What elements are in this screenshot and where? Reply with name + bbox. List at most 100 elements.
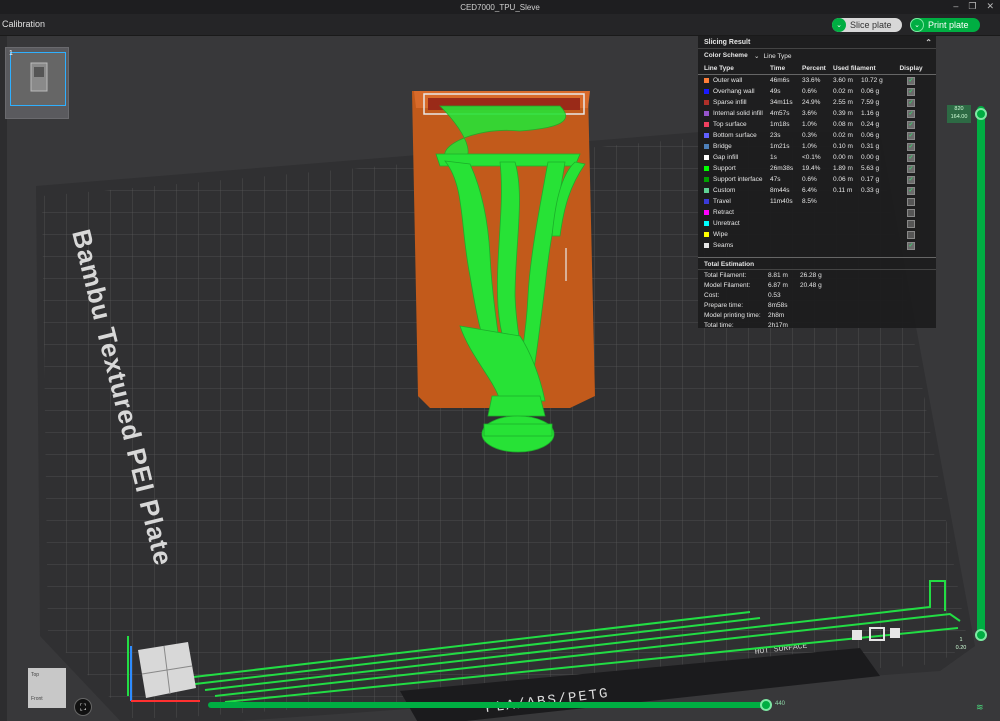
line-type-row: Support interface 47s 0.6% 0.06 m 0.17 g ✓ [698,174,936,185]
checkbox[interactable]: ✓ [907,98,915,107]
header-used-filament: Used filament [833,65,876,72]
line-type-swatch [704,78,709,83]
checkbox[interactable]: ✓ [907,142,915,151]
checkbox[interactable]: ✓ [907,109,915,118]
line-type-weight: 0.31 g [861,143,880,150]
display-toggle[interactable]: ✓ [896,142,926,151]
line-type-time: 1s [770,154,777,161]
panel-header: Slicing Result ⌃ [698,36,936,49]
line-type-row: Retract ✓ [698,207,936,218]
layer-slider-bottom-handle[interactable] [975,629,987,641]
line-type-row: Internal solid infill 4m57s 3.6% 0.39 m 1.16… [698,108,936,119]
plate-number: 1 [9,50,13,57]
view-navigation-cube[interactable]: Top Front [28,668,66,708]
navcube-front-label: Front [31,696,43,702]
checkbox[interactable]: ✓ [907,131,915,140]
line-type-name: Outer wall [704,77,770,84]
total-row: Total Filament: 8.81 m 26.28 g [698,270,936,280]
line-type-row: Outer wall 46m6s 33.6% 3.60 m 10.72 g ✓ [698,75,936,86]
layer-slider-top-handle[interactable] [975,108,987,120]
move-slider-handle[interactable] [760,699,772,711]
display-toggle[interactable]: ✓ [896,197,926,206]
chevron-down-icon[interactable]: ⌄ [910,18,924,32]
slicing-result-panel: Slicing Result ⌃ Color Scheme ⌄ Line Type… [698,36,936,329]
line-type-length: 1.89 m [833,165,853,172]
line-type-swatch [704,166,709,171]
zoom-to-fit-icon[interactable]: ⛶ [74,698,92,716]
checkbox[interactable]: ✓ [907,186,915,195]
line-type-percent: 1.0% [802,121,817,128]
display-toggle[interactable]: ✓ [896,120,926,129]
line-type-time: 47s [770,176,781,183]
line-type-weight: 0.24 g [861,121,880,128]
color-scheme-row: Color Scheme ⌄ Line Type [698,49,936,63]
print-plate-button[interactable]: ⌄ Print plate [910,18,980,32]
line-type-time: 1m21s [770,143,790,150]
line-type-weight: 0.00 g [861,154,880,161]
line-type-swatch [704,243,709,248]
window-title: CED7000_TPU_Sleve [460,2,540,12]
line-type-time: 4m57s [770,110,790,117]
header-line-type: Line Type [704,65,734,72]
display-toggle[interactable]: ✓ [896,175,926,184]
line-type-length: 0.02 m [833,132,853,139]
color-scheme-select[interactable]: ⌄ Line Type [754,52,792,60]
checkbox[interactable]: ✓ [907,87,915,96]
minimize-icon[interactable]: – [953,1,958,12]
plate-thumbnail[interactable]: 1 [5,47,69,119]
close-icon[interactable]: ✕ [986,1,994,12]
line-type-label: Top surface [713,121,747,128]
line-type-length: 0.02 m [833,88,853,95]
display-toggle[interactable]: ✓ [896,230,926,239]
slice-plate-button[interactable]: ⌄ Slice plate [832,18,902,32]
checkbox[interactable]: ✓ [907,164,915,173]
line-type-row: Gap infill 1s <0.1% 0.00 m 0.00 g ✓ [698,152,936,163]
display-toggle[interactable]: ✓ [896,186,926,195]
checkbox[interactable]: ✓ [907,219,915,228]
line-type-time: 34m11s [770,99,793,106]
display-toggle[interactable]: ✓ [896,76,926,85]
layer-bottom-number: 1 [959,637,963,643]
checkbox[interactable]: ✓ [907,153,915,162]
tab-calibration[interactable]: Calibration [2,19,45,29]
display-toggle[interactable]: ✓ [896,208,926,217]
display-toggle[interactable]: ✓ [896,153,926,162]
layer-slider-top-readout: 820 164.00 [947,105,971,123]
line-type-row: Overhang wall 49s 0.6% 0.02 m 0.06 g ✓ [698,86,936,97]
line-type-swatch [704,144,709,149]
collapse-icon[interactable]: ⌃ [925,38,932,47]
line-type-length: 3.60 m [833,77,853,84]
display-toggle[interactable]: ✓ [896,98,926,107]
checkbox[interactable]: ✓ [907,208,915,217]
checkbox[interactable]: ✓ [907,76,915,85]
line-type-weight: 0.33 g [861,187,880,194]
checkbox[interactable]: ✓ [907,175,915,184]
checkbox[interactable]: ✓ [907,120,915,129]
line-type-label: Outer wall [713,77,743,84]
display-toggle[interactable]: ✓ [896,109,926,118]
layers-icon[interactable]: ≋ [976,702,986,712]
checkbox[interactable]: ✓ [907,241,915,250]
total-key: Total Filament: [704,271,747,279]
line-type-swatch [704,133,709,138]
move-slider[interactable] [208,702,766,708]
chevron-down-icon[interactable]: ⌄ [832,18,846,32]
total-row: Model Filament: 6.87 m 20.48 g [698,280,936,290]
display-toggle[interactable]: ✓ [896,164,926,173]
display-toggle[interactable]: ✓ [896,241,926,250]
restore-icon[interactable]: ❐ [968,1,976,12]
total-row: Model printing time: 2h8m [698,310,936,320]
display-toggle[interactable]: ✓ [896,219,926,228]
checkbox[interactable]: ✓ [907,230,915,239]
plate-list-sidebar [0,36,7,721]
checkbox[interactable]: ✓ [907,197,915,206]
line-type-swatch [704,89,709,94]
layer-range-slider[interactable] [977,106,985,641]
line-type-label: Bridge [713,143,732,150]
3d-viewport[interactable]: Bambu Textured PEI Plate PLA/ABS/PETG HO… [0,36,1000,721]
line-type-percent: 3.6% [802,110,817,117]
display-toggle[interactable]: ✓ [896,87,926,96]
total-key: Prepare time: [704,301,744,309]
display-toggle[interactable]: ✓ [896,131,926,140]
line-type-length: 0.08 m [833,121,853,128]
